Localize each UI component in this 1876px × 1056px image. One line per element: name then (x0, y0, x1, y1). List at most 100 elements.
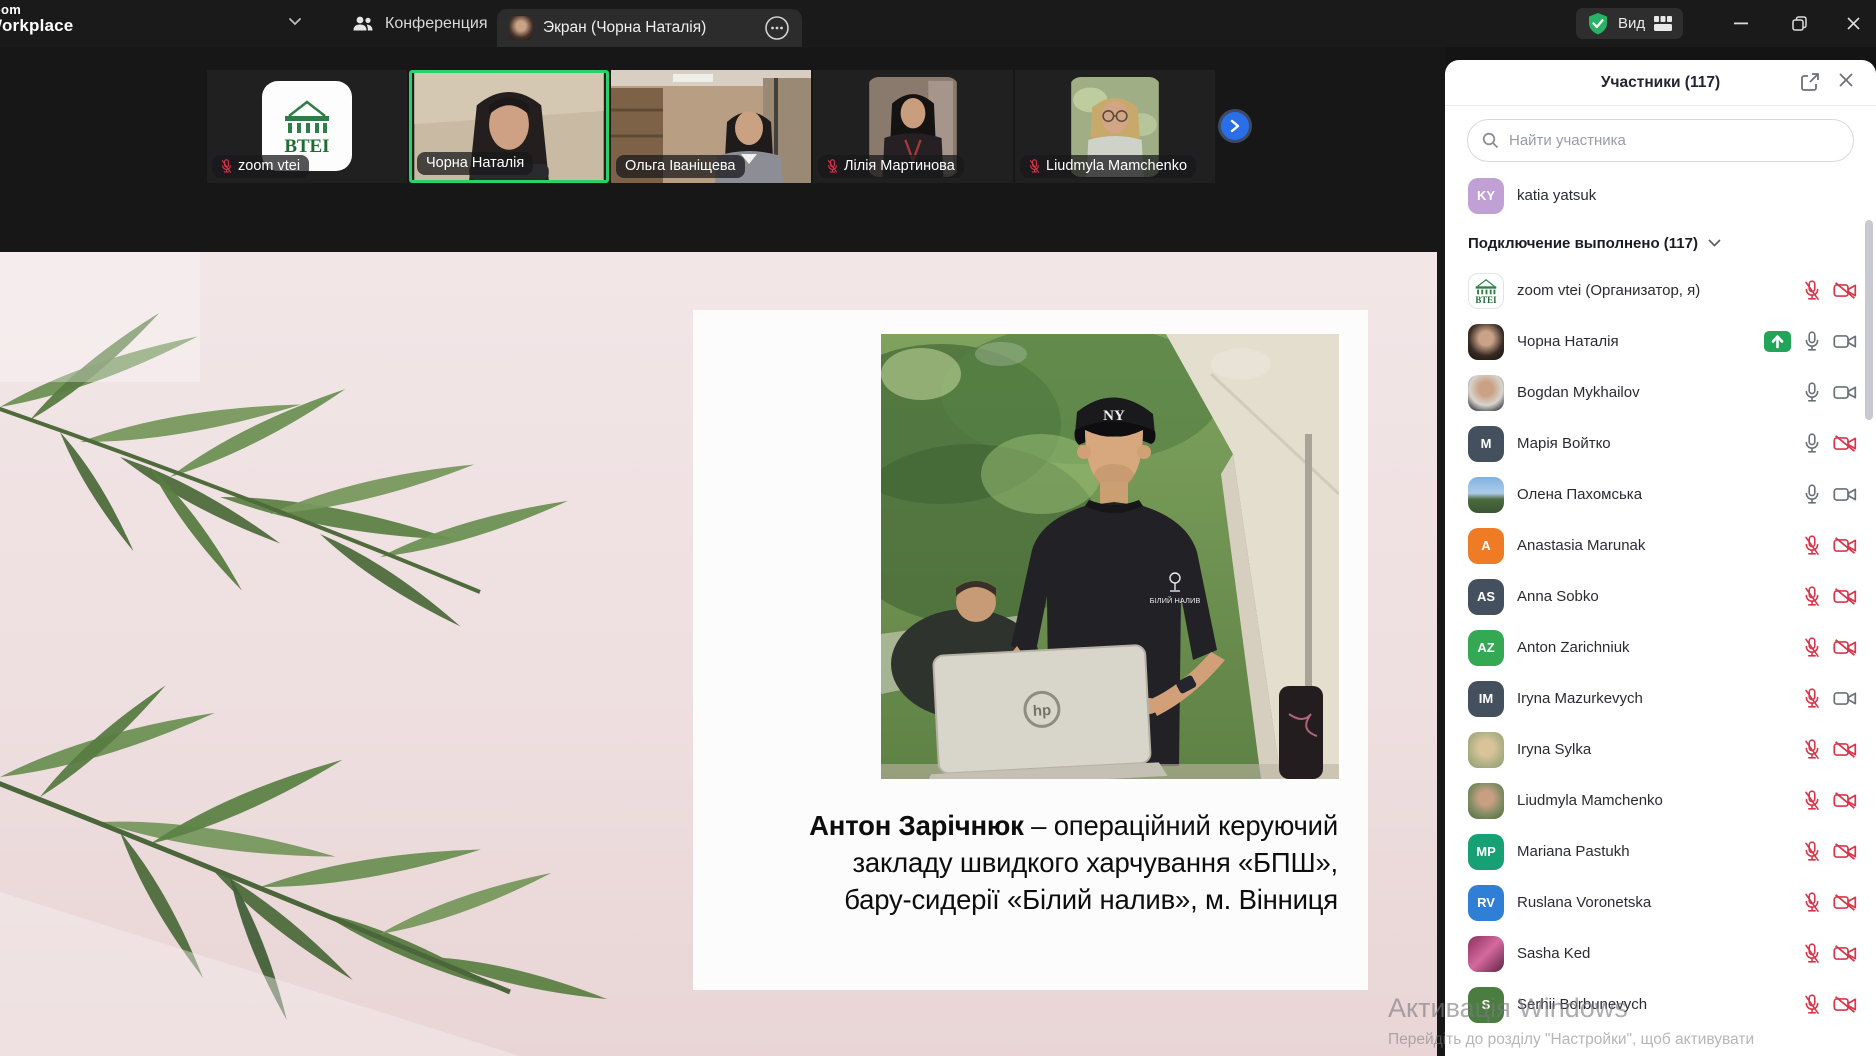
avatar-initials: IM (1468, 681, 1504, 717)
participant-row[interactable]: Bogdan Mykhailov (1445, 367, 1876, 418)
participant-name: Liudmyla Mamchenko (1517, 792, 1663, 809)
tab-options-icon[interactable] (764, 15, 790, 41)
panel-scrollbar[interactable] (1865, 220, 1873, 420)
mic-off-icon (221, 159, 232, 173)
participant-status-icons (1804, 892, 1876, 913)
participant-name: Iryna Sylka (1517, 741, 1591, 758)
video-tile[interactable]: Ольга Іваніщева (611, 70, 811, 183)
popout-icon[interactable] (1800, 72, 1820, 92)
participant-row[interactable]: AZ Anton Zarichniuk (1445, 622, 1876, 673)
participant-row[interactable]: A Anastasia Marunak (1445, 520, 1876, 571)
restore-window-button[interactable] (1774, 0, 1824, 47)
logo-text-zoom: zoom (0, 3, 73, 17)
avatar-photo (1468, 936, 1504, 972)
people-icon (352, 15, 374, 33)
participant-row[interactable]: Чорна Наталія (1445, 316, 1876, 367)
participant-status-icons (1804, 637, 1876, 658)
mic-off-icon (1804, 892, 1820, 913)
avatar-initials: AZ (1468, 630, 1504, 666)
camera-off-icon (1833, 587, 1857, 606)
avatar-initials: M (1468, 426, 1504, 462)
mic-on-icon (1804, 382, 1820, 403)
avatar-initials: RV (1468, 885, 1504, 921)
close-panel-icon[interactable] (1838, 72, 1854, 88)
participant-row[interactable]: KY katia yatsuk (1445, 170, 1876, 221)
participant-status-icons (1764, 331, 1876, 352)
search-icon (1482, 132, 1499, 149)
participant-row[interactable]: Sasha Ked (1445, 928, 1876, 979)
participant-status-icons (1804, 433, 1876, 454)
tab-screen-share[interactable]: Экран (Чорна Наталія) (497, 9, 802, 47)
close-window-button[interactable] (1828, 0, 1876, 47)
participants-header: Участники (117) (1445, 60, 1876, 106)
participant-status-icons (1804, 841, 1876, 862)
participant-status-icons (1804, 739, 1876, 760)
next-participants-button[interactable] (1221, 112, 1249, 140)
tile-name-label: Лілія Мартинова (818, 155, 964, 178)
video-tile[interactable]: Liudmyla Mamchenko (1015, 70, 1215, 183)
chevron-down-icon[interactable] (288, 17, 302, 26)
participant-name: Ruslana Voronetska (1517, 894, 1651, 911)
camera-off-icon (1833, 842, 1857, 861)
camera-off-icon (1833, 944, 1857, 963)
participant-status-icons (1804, 994, 1876, 1015)
screen-share-badge (1764, 331, 1791, 352)
presentation-slide: NY БІЛ (693, 310, 1368, 990)
mic-off-icon (827, 159, 838, 173)
tile-name-label: Liudmyla Mamchenko (1020, 155, 1196, 178)
camera-off-icon (1833, 995, 1857, 1014)
tab-conference-label: Конференция (385, 15, 488, 33)
meeting-stage: ВТЕІ zoom vtei Чорна Наталія Ольга Івані… (0, 47, 1445, 1056)
video-tile[interactable]: Чорна Наталія (409, 70, 609, 183)
participant-status-icons (1804, 790, 1876, 811)
avatar-initials: A (1468, 528, 1504, 564)
participant-status-icons (1804, 535, 1876, 556)
chevron-down-icon (1708, 239, 1721, 247)
tile-name-label: Чорна Наталія (417, 152, 533, 175)
participant-row[interactable]: Олена Пахомська (1445, 469, 1876, 520)
participant-row[interactable]: S Serhii Borbunevych (1445, 979, 1876, 1030)
minimize-button[interactable] (1716, 0, 1766, 47)
svg-text:ВТЕІ: ВТЕІ (284, 136, 329, 157)
participant-name: Anastasia Marunak (1517, 537, 1645, 554)
participant-row[interactable]: RV Ruslana Voronetska (1445, 877, 1876, 928)
joined-section-header[interactable]: Подключение выполнено (117) (1445, 221, 1876, 265)
tab-screen-label: Экран (Чорна Наталія) (543, 19, 754, 37)
avatar (509, 16, 533, 40)
participant-row[interactable]: MP Mariana Pastukh (1445, 826, 1876, 877)
participant-name: Iryna Mazurkevych (1517, 690, 1643, 707)
view-button[interactable]: Вид (1576, 8, 1683, 39)
shared-screen: NY БІЛ (0, 252, 1437, 1056)
participant-name: Олена Пахомська (1517, 486, 1642, 503)
video-tile[interactable]: Лілія Мартинова (813, 70, 1013, 183)
camera-on-icon (1833, 689, 1857, 708)
participant-row[interactable]: Liudmyla Mamchenko (1445, 775, 1876, 826)
search-input[interactable] (1507, 131, 1839, 150)
avatar-photo (1468, 324, 1504, 360)
avatar-vtei-logo: ВТЕІ (1468, 273, 1504, 309)
participant-row[interactable]: AS Anna Sobko (1445, 571, 1876, 622)
avatar-initials: S (1468, 987, 1504, 1023)
joined-section-label: Подключение выполнено (117) (1468, 235, 1698, 252)
participant-name: Anton Zarichniuk (1517, 639, 1630, 656)
participant-row[interactable]: IM Iryna Mazurkevych (1445, 673, 1876, 724)
avatar-photo (1468, 783, 1504, 819)
avatar-initials: MP (1468, 834, 1504, 870)
mic-off-icon (1804, 994, 1820, 1015)
camera-on-icon (1833, 485, 1857, 504)
speaker-photo: NY БІЛ (881, 334, 1339, 779)
mic-off-icon (1804, 637, 1820, 658)
participant-row[interactable]: ВТЕІ zoom vtei (Организатор, я) (1445, 265, 1876, 316)
participant-row[interactable]: M Марія Войтко (1445, 418, 1876, 469)
vtei-logo: ВТЕІ (1471, 276, 1501, 306)
mic-on-icon (1804, 331, 1820, 352)
participant-status-icons (1804, 943, 1876, 964)
tab-conference[interactable]: Конференция (352, 0, 488, 47)
video-tile[interactable]: ВТЕІ zoom vtei (207, 70, 407, 183)
participant-row[interactable]: Iryna Sylka (1445, 724, 1876, 775)
participants-list: KY katia yatsuk Подключение выполнено (1… (1445, 170, 1876, 1030)
vtei-logo: ВТЕІ (275, 94, 339, 158)
chevron-right-icon (1230, 119, 1240, 133)
participant-name: Anna Sobko (1517, 588, 1599, 605)
participant-name: katia yatsuk (1517, 187, 1596, 204)
